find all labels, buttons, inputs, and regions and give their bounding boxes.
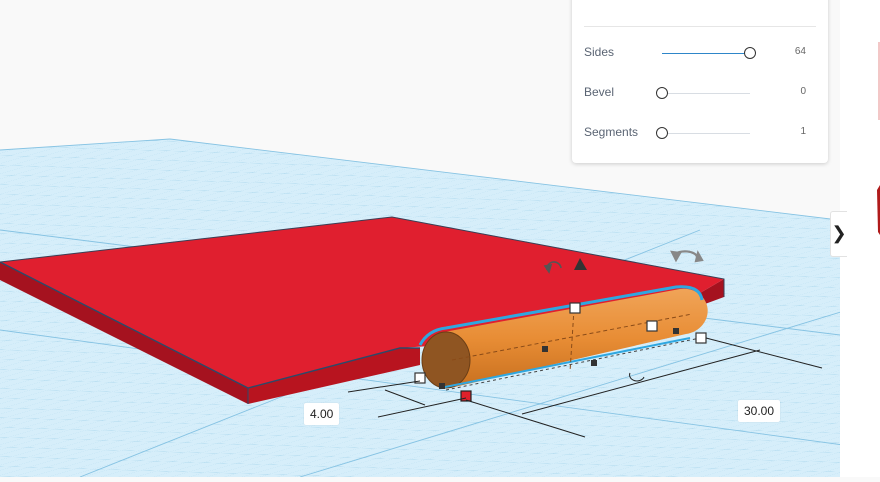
width-dimension-value: 4.00 xyxy=(310,407,334,421)
panel-divider xyxy=(584,26,816,27)
midpoint-marker[interactable] xyxy=(542,346,548,352)
sides-slider-fill xyxy=(662,53,750,54)
bevel-slider-knob[interactable] xyxy=(656,87,668,99)
sides-value[interactable]: 64 xyxy=(795,46,806,57)
resize-handle-top[interactable] xyxy=(569,302,581,314)
midpoint-marker[interactable] xyxy=(591,360,597,366)
length-dimension-input[interactable]: 30.00 xyxy=(738,400,781,422)
resize-handle-right-top[interactable] xyxy=(646,320,658,332)
midpoint-marker[interactable] xyxy=(673,328,679,334)
sides-slider[interactable] xyxy=(662,47,756,59)
resize-handle-right[interactable] xyxy=(695,332,707,344)
segments-slider-knob[interactable] xyxy=(656,127,668,139)
shape-properties-panel: Sides 64 Bevel 0 Segments 1 xyxy=(572,0,828,163)
segments-value[interactable]: 1 xyxy=(800,126,806,137)
midpoint-marker[interactable] xyxy=(439,383,445,389)
panel-toggle-button[interactable]: ❯ xyxy=(830,211,847,257)
segments-label: Segments xyxy=(584,125,639,139)
segments-slider[interactable] xyxy=(656,127,750,139)
width-dimension-input[interactable]: 4.00 xyxy=(304,403,340,425)
bevel-label: Bevel xyxy=(584,85,615,99)
bevel-row: Bevel 0 xyxy=(572,82,828,106)
bevel-value[interactable]: 0 xyxy=(800,86,806,97)
chevron-right-icon: ❯ xyxy=(831,223,847,243)
sides-label: Sides xyxy=(584,45,615,59)
sides-row: Sides 64 xyxy=(572,42,828,66)
segments-row: Segments 1 xyxy=(572,122,828,146)
resize-handle-corner-active[interactable] xyxy=(460,390,472,402)
bevel-slider[interactable] xyxy=(656,87,750,99)
length-dimension-value: 30.00 xyxy=(744,404,775,418)
sides-slider-knob[interactable] xyxy=(744,47,756,59)
